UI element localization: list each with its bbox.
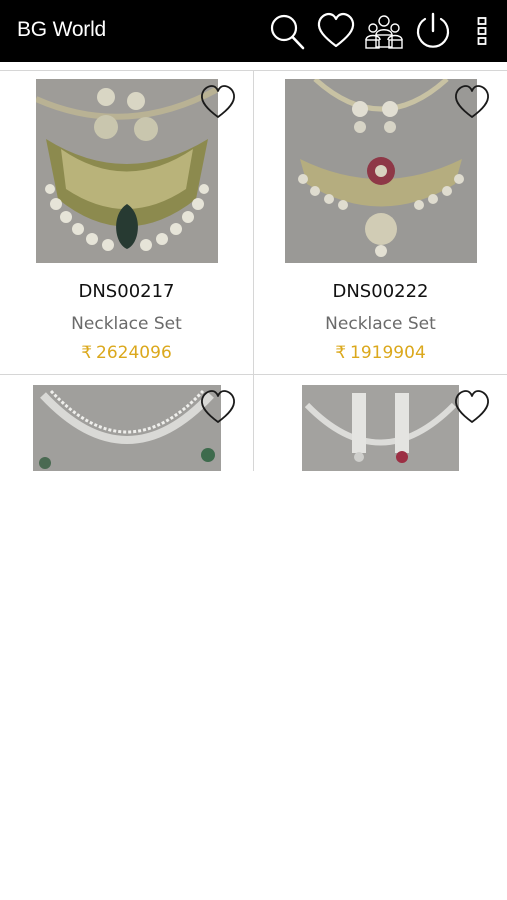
product-image[interactable] — [285, 79, 477, 263]
toolbar-gap — [0, 62, 507, 70]
product-card[interactable]: DNS00222 Necklace Set ₹1919904 — [254, 70, 507, 374]
product-image[interactable] — [36, 79, 218, 263]
wishlist-heart-icon[interactable] — [316, 11, 356, 51]
favorite-heart-icon[interactable] — [199, 84, 237, 120]
rupee-symbol: ₹ — [81, 343, 93, 363]
search-icon[interactable] — [268, 11, 306, 51]
people-icon[interactable] — [363, 11, 405, 51]
product-card[interactable] — [254, 375, 507, 471]
product-code: DNS00217 — [78, 281, 175, 302]
price-value: 2624096 — [96, 343, 172, 363]
more-options-icon[interactable] — [470, 11, 494, 51]
product-card[interactable]: DNS00217 Necklace Set ₹2624096 — [0, 70, 253, 374]
rupee-symbol: ₹ — [335, 343, 347, 363]
favorite-heart-icon[interactable] — [453, 84, 491, 120]
app-bar: BG World — [0, 0, 507, 62]
product-code: DNS00222 — [332, 281, 429, 302]
price-value: 1919904 — [350, 343, 426, 363]
logout-power-icon[interactable] — [413, 11, 453, 51]
product-category: Necklace Set — [325, 314, 436, 334]
favorite-heart-icon[interactable] — [199, 389, 237, 425]
favorite-heart-icon[interactable] — [453, 389, 491, 425]
product-image[interactable] — [33, 385, 221, 471]
product-grid: DNS00217 Necklace Set ₹2624096 DNS00222 … — [0, 70, 507, 471]
product-card[interactable] — [0, 375, 253, 471]
app-title: BG World — [17, 18, 107, 41]
product-image[interactable] — [302, 385, 459, 471]
product-price: ₹2624096 — [0, 343, 253, 363]
product-price: ₹1919904 — [254, 343, 507, 363]
product-category: Necklace Set — [71, 314, 182, 334]
